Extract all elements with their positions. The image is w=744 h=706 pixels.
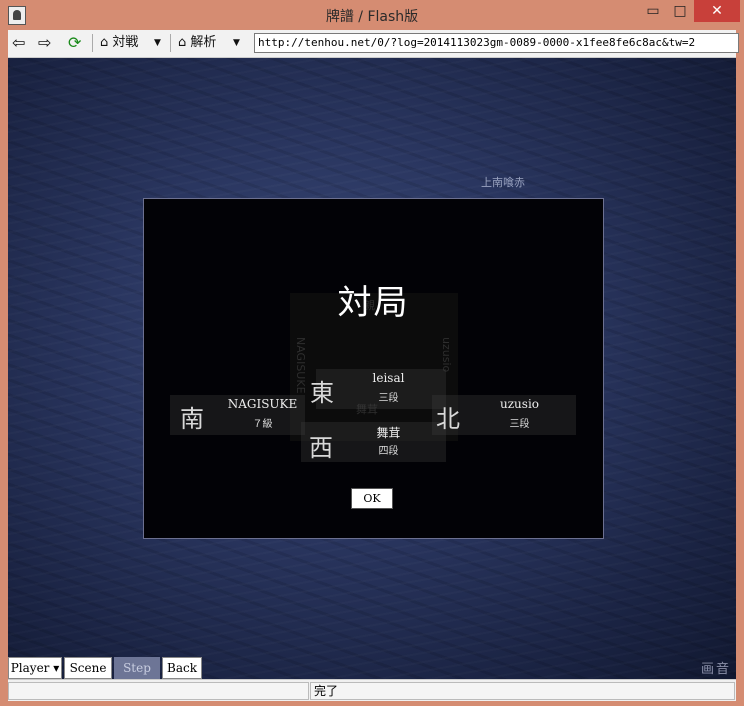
analysis-label: 解析 <box>190 35 217 50</box>
player-name: uzusio <box>500 397 539 411</box>
wind-label: 南 <box>180 405 204 433</box>
player-name: NAGISUKE <box>227 397 298 411</box>
ok-button[interactable]: OK <box>351 488 393 509</box>
back-arrow-icon[interactable]: ⇦ <box>12 33 25 53</box>
flash-content: 上南喰赤 親 NAGISUKE uzusio 舞茸 対局 東 leisal 三段… <box>8 58 736 679</box>
browser-window: 牌譜 / Flash版 ▭ □ ✕ ⇦ ⇨ ⟳ ⌂ 対戦 ▼ ⌂ 解析 ▼ ht… <box>0 0 744 706</box>
match-dropdown-icon[interactable]: ▼ <box>154 33 161 53</box>
player-rank: 三段 <box>378 393 399 404</box>
forward-arrow-icon[interactable]: ⇨ <box>38 33 51 53</box>
player-west: 西 舞茸 四段 <box>301 422 446 462</box>
home-icon: ⌂ <box>100 35 109 50</box>
maximize-button[interactable]: □ <box>666 0 694 22</box>
match-label: 対戦 <box>112 35 139 50</box>
status-segment <box>8 682 309 700</box>
player-rank: 三段 <box>509 419 530 430</box>
refresh-icon[interactable]: ⟳ <box>68 33 81 53</box>
home-icon: ⌂ <box>178 35 187 50</box>
player-name: leisal <box>372 371 405 385</box>
dialog-title: 対局 <box>337 283 410 323</box>
close-button[interactable]: ✕ <box>694 0 740 22</box>
browser-toolbar: ⇦ ⇨ ⟳ ⌂ 対戦 ▼ ⌂ 解析 ▼ http://tenhou.net/0/… <box>8 30 739 58</box>
toolbar-divider <box>92 34 93 52</box>
ghost-right-name: uzusio <box>440 337 453 373</box>
player-south: 南 NAGISUKE ７級 <box>170 395 305 435</box>
scene-dropdown[interactable]: Scene ▾ <box>64 657 112 679</box>
player-north: 北 uzusio 三段 <box>432 395 576 435</box>
player-east: 東 leisal 三段 <box>310 369 446 409</box>
wind-label: 西 <box>309 434 333 462</box>
url-input[interactable]: http://tenhou.net/0/?log=2014113023gm-00… <box>254 33 739 53</box>
player-rank: ７級 <box>252 419 273 430</box>
toolbar-divider <box>170 34 171 52</box>
match-button[interactable]: ⌂ 対戦 <box>100 33 138 53</box>
corner-logo: 画音 <box>701 662 732 677</box>
player-rank: 四段 <box>378 446 399 457</box>
step-button[interactable]: Step <box>114 657 160 679</box>
analysis-button[interactable]: ⌂ 解析 <box>178 33 216 53</box>
status-text: 完了 <box>310 682 735 700</box>
ghost-left-name: NAGISUKE <box>294 337 307 394</box>
wind-label: 東 <box>310 379 334 407</box>
game-rule-label: 上南喰赤 <box>481 176 525 189</box>
title-bar: 牌譜 / Flash版 ▭ □ ✕ <box>0 0 744 30</box>
player-dropdown[interactable]: Player ▾ <box>8 657 62 679</box>
player-name: 舞茸 <box>376 426 401 440</box>
status-bar: 完了 <box>8 679 736 701</box>
analysis-dropdown-icon[interactable]: ▼ <box>233 33 240 53</box>
window-title: 牌譜 / Flash版 <box>325 9 419 25</box>
back-button[interactable]: Back <box>162 657 202 679</box>
wind-label: 北 <box>436 405 460 433</box>
minimize-button[interactable]: ▭ <box>640 0 666 22</box>
match-dialog: 親 NAGISUKE uzusio 舞茸 対局 東 leisal 三段 南 NA… <box>143 198 604 539</box>
